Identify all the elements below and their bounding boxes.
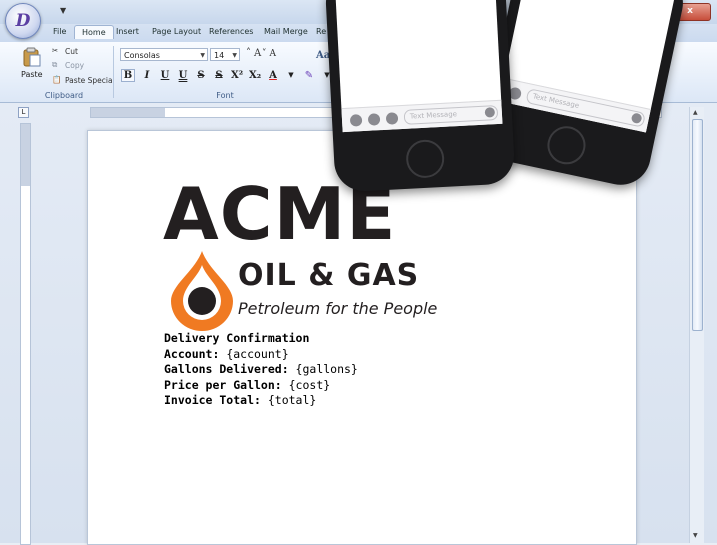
send-icon[interactable] <box>484 107 496 118</box>
tab-review[interactable]: Re <box>316 27 326 36</box>
subscript-button[interactable]: X₂ <box>249 70 261 81</box>
message-input[interactable]: Text Message <box>403 104 499 125</box>
font-size-combo[interactable]: 14 ▼ <box>210 48 240 61</box>
tab-mail-merge[interactable]: Mail Merge <box>264 27 308 36</box>
vertical-ruler[interactable] <box>20 123 31 545</box>
font-family-value: Consolas <box>124 51 160 60</box>
document-text[interactable]: Delivery Confirmation Account: {account}… <box>164 331 358 409</box>
font-size-value: 14 <box>214 51 225 60</box>
underline-button[interactable]: U <box>159 70 171 81</box>
chevron-down-icon: ▼ <box>232 52 237 59</box>
doc-line-value: {total} <box>260 393 317 407</box>
home-button[interactable] <box>543 122 590 168</box>
vertical-scrollbar[interactable]: ▲ ▼ <box>689 107 704 543</box>
paste-special-icon: 📋 <box>52 75 62 84</box>
tab-stop-selector[interactable]: L <box>18 107 29 118</box>
tab-references[interactable]: References <box>209 27 253 36</box>
doc-line-label: Price per Gallon: <box>164 377 282 392</box>
copy-label: Copy <box>65 60 85 70</box>
grow-font-label: A <box>254 48 262 59</box>
bold-button[interactable]: B <box>121 68 135 82</box>
italic-button[interactable]: I <box>141 70 153 81</box>
dx-logo-icon: D <box>15 11 31 31</box>
paste-special-label: Paste Special <box>65 75 115 85</box>
app-menu-button[interactable]: D <box>5 3 41 39</box>
home-button[interactable] <box>405 138 446 179</box>
shrink-font-button[interactable]: ˅ A <box>262 49 276 59</box>
tab-file[interactable]: File <box>53 27 66 36</box>
message-placeholder: Text Message <box>532 92 580 110</box>
camera-icon[interactable] <box>349 113 363 127</box>
phone-screen: Text Message <box>499 0 678 133</box>
tab-page-layout[interactable]: Page Layout <box>152 27 201 36</box>
grow-font-button[interactable]: ˄ A <box>246 48 261 59</box>
doc-line-value: {gallons} <box>288 362 358 376</box>
scroll-up-icon[interactable]: ▲ <box>693 109 698 116</box>
logo-oil-gas-text: OIL & GAS <box>238 258 420 293</box>
doc-line-label: Account: <box>164 346 220 361</box>
appstore-icon[interactable] <box>385 111 399 125</box>
copy-button[interactable]: ⧉ Copy <box>52 60 84 70</box>
quick-access-dropdown-icon[interactable]: ▼ <box>60 6 66 15</box>
cut-label: Cut <box>65 46 78 56</box>
doc-line-price: Price per Gallon: {cost} <box>164 378 358 394</box>
logo-tagline: Petroleum for the People <box>238 299 438 318</box>
font-color-button[interactable]: A <box>267 70 279 81</box>
double-strikethrough-button[interactable]: S <box>213 70 225 81</box>
doc-line-gallons: Gallons Delivered: {gallons} <box>164 362 358 378</box>
doc-line-label: Delivery Confirmation <box>164 331 310 345</box>
message-bar: Text Message <box>499 77 651 133</box>
copy-icon: ⧉ <box>52 60 58 69</box>
phone-screen: Text Message <box>334 0 503 133</box>
doc-line-account: Account: {account} <box>164 347 358 363</box>
paste-icon[interactable] <box>22 47 42 67</box>
scissors-icon: ✂ <box>52 46 59 55</box>
doc-line-value: {account} <box>219 346 289 361</box>
font-group-label: Font <box>216 91 234 100</box>
doc-line-label: Invoice Total: <box>164 393 261 407</box>
group-separator <box>113 46 114 98</box>
scroll-thumb[interactable] <box>692 119 703 331</box>
ruler-margin <box>91 108 165 117</box>
strikethrough-button[interactable]: S <box>195 70 207 81</box>
oil-drop-logo-icon <box>171 251 233 331</box>
ruler-margin <box>21 124 30 186</box>
superscript-button[interactable]: X² <box>231 70 243 81</box>
paste-button[interactable]: Paste <box>21 70 43 79</box>
doc-line-total: Invoice Total: {total} <box>164 393 358 409</box>
heart-icon[interactable] <box>367 112 381 126</box>
chevron-down-icon: ▼ <box>200 52 205 59</box>
shrink-font-label: A <box>269 49 277 59</box>
phone-left: Text Message <box>324 0 516 193</box>
tab-insert[interactable]: Insert <box>116 27 139 36</box>
message-placeholder: Text Message <box>409 110 458 121</box>
doc-line-label: Gallons Delivered: <box>164 362 289 376</box>
font-family-combo[interactable]: Consolas ▼ <box>120 48 208 61</box>
tab-home[interactable]: Home <box>74 25 114 39</box>
message-bar: Text Message <box>341 99 503 133</box>
cut-button[interactable]: ✂ Cut <box>52 46 78 56</box>
send-icon[interactable] <box>630 112 643 125</box>
clipboard-group-label: Clipboard <box>44 91 84 100</box>
chevron-down-icon[interactable]: ▼ <box>285 71 297 79</box>
scroll-down-icon[interactable]: ▼ <box>693 532 698 539</box>
message-input[interactable]: Text Message <box>525 88 646 128</box>
paste-special-button[interactable]: 📋 Paste Special <box>52 75 115 85</box>
font-format-buttons: B I U U S S X² X₂ A ▼ ✎ ▼ <box>121 67 333 83</box>
highlight-icon[interactable]: ✎ <box>303 70 315 81</box>
doc-line-title: Delivery Confirmation <box>164 331 358 347</box>
grow-font-icon: ˄ <box>246 48 251 59</box>
double-underline-button[interactable]: U <box>177 70 189 81</box>
doc-line-value: {cost} <box>281 377 331 392</box>
shrink-font-icon: ˅ <box>262 49 267 59</box>
